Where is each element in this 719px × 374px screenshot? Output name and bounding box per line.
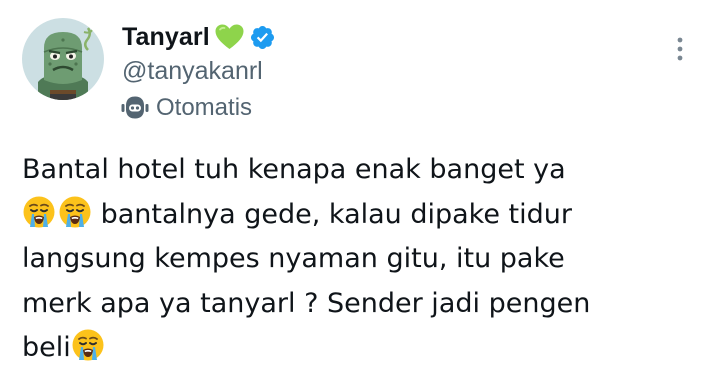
tweet-line-text: langsung kempes nyaman gitu, itu pake: [22, 243, 565, 274]
tweet: Tanyarl @tanyakanrl Otomatis Bantal hote…: [0, 0, 719, 374]
more-options-button[interactable]: [667, 32, 693, 66]
more-options-icon: [677, 37, 683, 61]
automated-account-label[interactable]: Otomatis: [120, 94, 252, 122]
author-name-row: Tanyarl: [122, 20, 276, 54]
loudly-crying-face-icon: [58, 195, 92, 229]
loudly-crying-face-icon: [71, 328, 105, 362]
tweet-line-text: bantalnya gede, kalau dipake tidur: [100, 198, 572, 230]
verified-badge-icon[interactable]: [249, 24, 276, 51]
tweet-text: Bantal hotel tuh kenapa enak banget ya b…: [22, 148, 702, 371]
automated-label: Otomatis: [156, 94, 253, 121]
tweet-line: Bantal hotel tuh kenapa enak banget ya: [22, 148, 702, 193]
tweet-line: langsung kempes nyaman gitu, itu pake: [22, 237, 702, 282]
author-handle[interactable]: @tanyakanrl: [122, 57, 263, 86]
tweet-line: beli: [22, 326, 702, 371]
tweet-line: merk apa ya tanyarl ? Sender jadi pengen: [22, 282, 702, 327]
bot-icon: [120, 95, 150, 121]
tweet-line: bantalnya gede, kalau dipake tidur: [22, 193, 702, 238]
green-heart-icon: [214, 23, 245, 51]
loudly-crying-face-icon: [22, 195, 56, 229]
avatar[interactable]: [22, 18, 104, 100]
tweet-line-text: merk apa ya tanyarl ? Sender jadi pengen: [22, 287, 591, 319]
tweet-line-text: Bantal hotel tuh kenapa enak banget ya: [22, 154, 566, 185]
tweet-line-text: beli: [22, 332, 71, 363]
display-name[interactable]: Tanyarl: [122, 23, 210, 52]
